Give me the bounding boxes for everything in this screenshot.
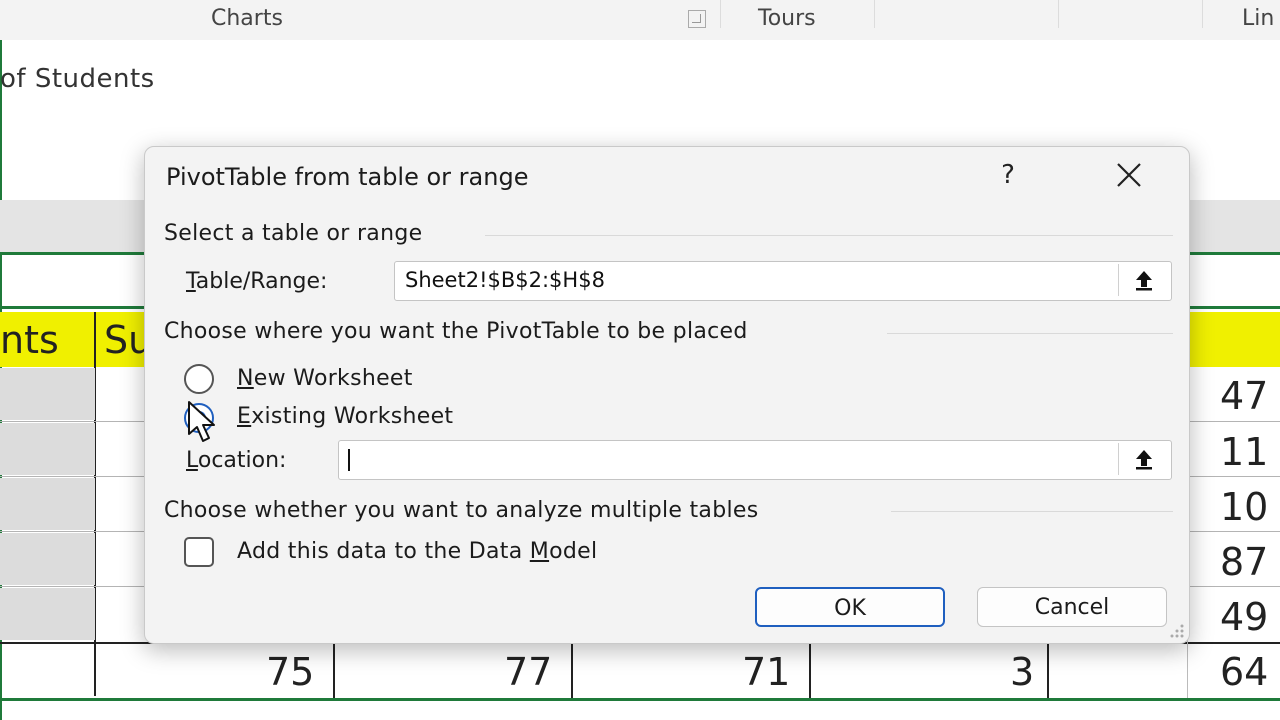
dialog-launcher-icon[interactable]	[688, 10, 706, 28]
collapse-dialog-icon[interactable]	[1118, 264, 1169, 296]
border-line	[0, 698, 1280, 701]
pivottable-dialog: PivotTable from table or range ? Select …	[144, 146, 1190, 644]
data-model-label[interactable]: Add this data to the Data Model	[237, 539, 597, 564]
ribbon-group-charts[interactable]: Charts	[211, 6, 283, 31]
row-cell-shaded[interactable]	[0, 478, 95, 530]
section-divider	[891, 511, 1173, 512]
resize-grip-icon[interactable]	[1167, 621, 1185, 639]
collapse-dialog-icon[interactable]	[1118, 443, 1169, 475]
cell-value[interactable]: 3	[1010, 650, 1034, 694]
table-range-label: Table/Range:	[186, 269, 328, 294]
existing-worksheet-label[interactable]: Existing Worksheet	[237, 404, 453, 429]
cell-value[interactable]: 49	[1220, 595, 1268, 639]
section-label-placement: Choose where you want the PivotTable to …	[164, 319, 748, 344]
row-cell-shaded[interactable]	[0, 533, 95, 585]
column-border	[571, 644, 573, 698]
data-model-checkbox[interactable]	[184, 537, 214, 567]
new-worksheet-label[interactable]: New Worksheet	[237, 366, 413, 391]
ribbon: Charts Tours Lin	[0, 0, 1280, 41]
cell-value[interactable]: 87	[1220, 540, 1268, 584]
row-cell-shaded[interactable]	[0, 588, 95, 640]
text-caret	[348, 449, 350, 471]
dialog-title[interactable]: PivotTable from table or range	[166, 163, 528, 191]
row-cell-shaded[interactable]	[0, 423, 95, 475]
ribbon-separator	[1202, 0, 1203, 28]
cell-value[interactable]: 47	[1220, 374, 1268, 418]
cancel-button[interactable]: Cancel	[977, 587, 1167, 627]
column-border	[1047, 644, 1049, 698]
cell-value[interactable]: 71	[742, 650, 790, 694]
table-range-value[interactable]: Sheet2!$B$2:$H$8	[405, 268, 605, 292]
table-range-input[interactable]: Sheet2!$B$2:$H$8	[394, 261, 1172, 301]
question-icon[interactable]: ?	[985, 157, 1031, 193]
ok-button[interactable]: OK	[755, 587, 945, 627]
ribbon-separator	[1058, 0, 1059, 28]
ribbon-separator	[874, 0, 875, 28]
cell-value[interactable]: 77	[504, 650, 552, 694]
header-cell[interactable]: nts	[0, 318, 59, 362]
location-input[interactable]	[338, 440, 1172, 480]
section-label-multiple-tables: Choose whether you want to analyze multi…	[164, 498, 759, 523]
location-label: Location:	[186, 448, 287, 473]
column-border	[333, 644, 335, 698]
ribbon-group-tours[interactable]: Tours	[758, 6, 816, 31]
cell-value[interactable]: 11	[1220, 430, 1268, 474]
cell-value[interactable]: 10	[1220, 485, 1268, 529]
cell-value[interactable]: 75	[266, 650, 314, 694]
new-worksheet-radio[interactable]	[184, 364, 214, 394]
ribbon-separator	[720, 0, 721, 28]
section-divider	[485, 235, 1173, 236]
mouse-pointer-icon	[188, 401, 215, 442]
section-label-select-range: Select a table or range	[164, 221, 423, 246]
row-cell-shaded[interactable]	[0, 368, 95, 420]
section-divider	[887, 333, 1173, 334]
column-border	[809, 644, 811, 698]
close-icon[interactable]	[1103, 157, 1155, 193]
cell-value[interactable]: 64	[1220, 650, 1268, 694]
sheet-title-cell[interactable]: of Students	[0, 64, 155, 94]
ribbon-group-lines[interactable]: Lin	[1242, 6, 1274, 31]
